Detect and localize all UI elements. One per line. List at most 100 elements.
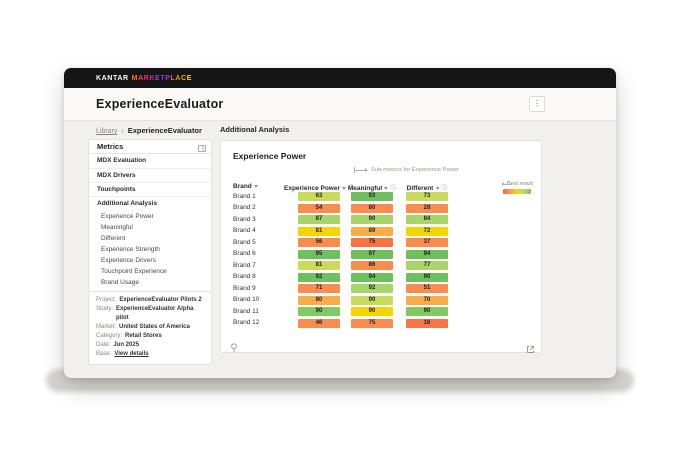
submetrics-note-label: Sub-metrics for Experience Power xyxy=(371,167,459,173)
brand-label: Brand 7 xyxy=(233,261,256,269)
brand-label: Brand 3 xyxy=(233,215,256,223)
logo-kantar: KANTAR xyxy=(96,74,129,82)
info-label: Study: xyxy=(96,306,114,312)
project-info-row: Base: View details xyxy=(96,350,204,359)
score-cell: 94 xyxy=(406,249,448,259)
sort-caret-icon xyxy=(341,186,346,190)
brand-label: Brand 10 xyxy=(233,296,260,303)
score-cell: 72 xyxy=(406,226,448,236)
experience-power-card: Experience Power Sub-metrics for Experie… xyxy=(220,140,542,353)
export-icon[interactable] xyxy=(526,341,535,359)
table-row: Brand 3 87 90 84 xyxy=(221,214,541,226)
score-cell: 51 xyxy=(406,284,448,293)
column-header-brand[interactable]: Brand xyxy=(233,183,258,190)
view-details-link[interactable]: View details xyxy=(114,350,148,359)
score-cell: 94 xyxy=(351,272,393,282)
breadcrumb: Library › ExperienceEvaluator xyxy=(96,126,202,135)
metrics-panel-title: Metrics xyxy=(97,142,124,151)
score-cell: 90 xyxy=(351,215,393,224)
table-row: Brand 1 63 93 73 xyxy=(221,191,541,203)
brand-label: Brand 5 xyxy=(233,238,256,246)
score-cell: 46 xyxy=(298,318,340,328)
project-info-row: Project: ExperienceEvaluator Pilots 2 xyxy=(96,296,204,305)
info-label: Base: xyxy=(96,351,112,357)
sidebar-subitem-different[interactable]: Different xyxy=(89,233,211,244)
score-cell: 92 xyxy=(351,284,393,293)
sort-caret-icon xyxy=(253,184,258,188)
kebab-menu-button[interactable]: ⋮ xyxy=(529,96,545,112)
table-row: Brand 12 46 75 16 xyxy=(221,318,541,330)
score-cell: 84 xyxy=(406,215,448,224)
sidebar-item-additional-analysis[interactable]: Additional Analysis xyxy=(89,196,211,210)
card-title: Experience Power xyxy=(233,151,307,161)
pin-icon[interactable] xyxy=(230,340,238,358)
brand-label: Brand 8 xyxy=(233,273,256,280)
table-row: Brand 7 81 86 77 xyxy=(221,260,541,272)
info-label: Date: xyxy=(96,342,111,348)
brand-label: Brand 1 xyxy=(233,192,256,200)
content-area: Library › ExperienceEvaluator Additional… xyxy=(64,121,616,377)
score-cell: 75 xyxy=(351,318,393,328)
info-label: Market: xyxy=(96,324,117,330)
score-cell: 89 xyxy=(351,226,393,236)
info-value: Retail Stores xyxy=(125,333,162,339)
breadcrumb-library-link[interactable]: Library xyxy=(96,128,117,135)
logo-marketplace: MARKETPLACE xyxy=(132,75,192,82)
table-row: Brand 5 56 75 37 xyxy=(221,237,541,249)
sidebar-subitem-brand-usage[interactable]: Brand Usage xyxy=(89,277,211,288)
score-cell: 63 xyxy=(298,192,340,201)
project-info-row: Study: ExperienceEvaluator Alpha pilot xyxy=(96,305,204,323)
score-cell: 90 xyxy=(298,307,340,316)
score-cell: 81 xyxy=(298,261,340,270)
brand-label: Brand 12 xyxy=(233,319,260,326)
metrics-panel-header: Metrics xyxy=(89,140,211,154)
sidebar-subitem-experience-drivers[interactable]: Experience Drivers xyxy=(89,255,211,266)
sidebar-main-items: MDX Evaluation MDX Drivers Touchpoints Addi… xyxy=(89,154,211,210)
score-cell: 54 xyxy=(298,203,340,213)
collapse-panel-icon[interactable] xyxy=(198,143,206,157)
sidebar-item-mdx-drivers[interactable]: MDX Drivers xyxy=(89,168,211,182)
info-label: Category: xyxy=(96,333,123,339)
table-row: Brand 6 95 97 94 xyxy=(221,249,541,261)
table-row: Brand 2 54 80 28 xyxy=(221,203,541,215)
sidebar-subitem-experience-power[interactable]: Experience Power xyxy=(89,211,211,222)
score-cell: 56 xyxy=(298,238,340,247)
score-cell: 70 xyxy=(406,295,448,305)
logo-letter: E xyxy=(186,74,192,82)
brand-topbar: KANTAR MARKETPLACE xyxy=(64,68,616,88)
breadcrumb-current: ExperienceEvaluator xyxy=(127,126,202,135)
project-info-row: Category: Retail Stores xyxy=(96,332,204,341)
brand-label: Brand 2 xyxy=(233,204,256,211)
table-row: Brand 9 71 92 51 xyxy=(221,283,541,295)
score-cell: 90 xyxy=(406,307,448,316)
sort-caret-icon xyxy=(384,186,389,190)
sidebar-sub-items: Experience Power Meaningful Different Exper… xyxy=(89,210,211,291)
sidebar-subitem-meaningful[interactable]: Meaningful xyxy=(89,222,211,233)
brand-label: Brand 4 xyxy=(233,227,256,234)
legend-arrow-icon xyxy=(502,182,512,186)
info-value: Jun 2025 xyxy=(113,342,140,348)
score-cell: 37 xyxy=(406,238,448,247)
sidebar-item-mdx-evaluation[interactable]: MDX Evaluation xyxy=(89,154,211,168)
score-cell: 16 xyxy=(406,318,448,328)
score-cell: 77 xyxy=(406,261,448,270)
title-strip: ExperienceEvaluator ⋮ xyxy=(64,88,616,121)
info-label: Project: xyxy=(96,297,117,303)
section-title: Additional Analysis xyxy=(220,125,290,134)
project-info-row: Date: Jun 2025 xyxy=(96,341,204,350)
page-title: ExperienceEvaluator xyxy=(96,97,224,111)
score-cell: 80 xyxy=(351,203,393,213)
table-row: Brand 11 90 90 90 xyxy=(221,306,541,318)
sidebar-item-touchpoints[interactable]: Touchpoints xyxy=(89,182,211,196)
sidebar-subitem-touchpoint-experience[interactable]: Touchpoint Experience xyxy=(89,266,211,277)
sort-caret-icon xyxy=(435,186,440,190)
table-row: Brand 8 92 94 90 xyxy=(221,272,541,284)
submetrics-arrow-icon xyxy=(354,167,368,173)
score-cell: 97 xyxy=(351,249,393,259)
score-cell: 73 xyxy=(406,192,448,201)
score-cell: 90 xyxy=(406,272,448,282)
score-cell: 28 xyxy=(406,203,448,213)
table-row: Brand 10 80 90 70 xyxy=(221,295,541,307)
sidebar-subitem-experience-strength[interactable]: Experience Strength xyxy=(89,244,211,255)
page: KANTAR MARKETPLACE ExperienceEvaluator ⋮… xyxy=(0,0,680,453)
